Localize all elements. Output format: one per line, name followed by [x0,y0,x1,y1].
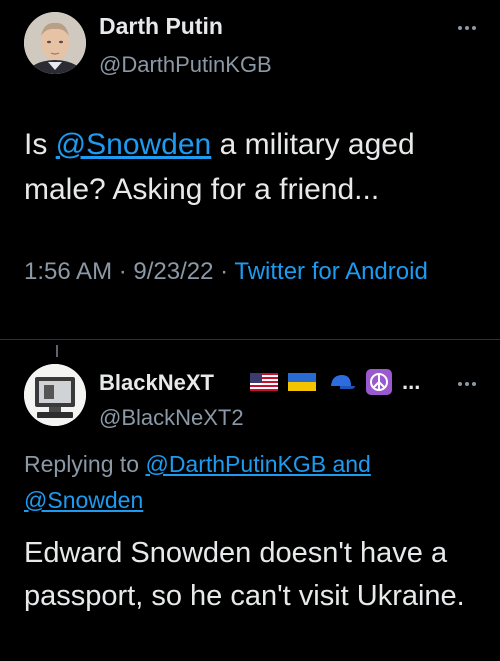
author-name[interactable]: Darth Putin [99,13,223,40]
reply-more-options-button[interactable] [452,374,482,394]
tweet-date[interactable]: 9/23/22 [133,258,213,285]
replying-label: Replying to [24,451,146,477]
tweet-time[interactable]: 1:56 AM [24,258,112,285]
meta-separator: · [112,258,134,285]
name-truncation-ellipsis: ... [402,369,421,394]
more-options-button[interactable] [452,18,482,38]
thread-connector-line [56,345,58,357]
author-handle[interactable]: @DarthPutinKGB [99,52,272,78]
ukraine-flag-icon [288,373,316,391]
replying-to-line: Replying to @DarthPutinKGB and @Snowden [24,446,474,518]
more-horizontal-icon [458,382,476,386]
us-flag-icon [250,373,278,391]
reply-author-handle[interactable]: @BlackNeXT2 [99,405,244,431]
replying-mention-1[interactable]: @DarthPutinKGB [145,451,326,477]
author-avatar[interactable] [24,12,86,74]
peace-symbol-icon [366,369,392,395]
replying-and[interactable]: and [326,451,370,477]
avatar-portrait [24,12,86,74]
reply-author-name[interactable]: BlackNeXT [99,370,214,396]
replying-mention-2[interactable]: @Snowden [24,487,143,513]
more-horizontal-icon [458,26,476,30]
meta-separator: · [213,258,235,285]
tweet-divider [0,339,500,340]
tweet-text-start: Is [24,128,56,161]
reply-author-avatar[interactable] [24,364,86,426]
reply-text: Edward Snowden doesn't have a passport, … [24,537,465,612]
name-emoji-row: ... [250,367,420,397]
avatar-computer-image [24,364,86,426]
tweet-source-link[interactable]: Twitter for Android [234,258,427,285]
blue-cap-icon [331,375,355,389]
tweet-text: Is @Snowden a military aged male? Asking… [24,122,494,212]
tweet-metadata: 1:56 AM · 9/23/22 · Twitter for Android [24,254,474,290]
mention-link[interactable]: @Snowden [56,128,212,161]
